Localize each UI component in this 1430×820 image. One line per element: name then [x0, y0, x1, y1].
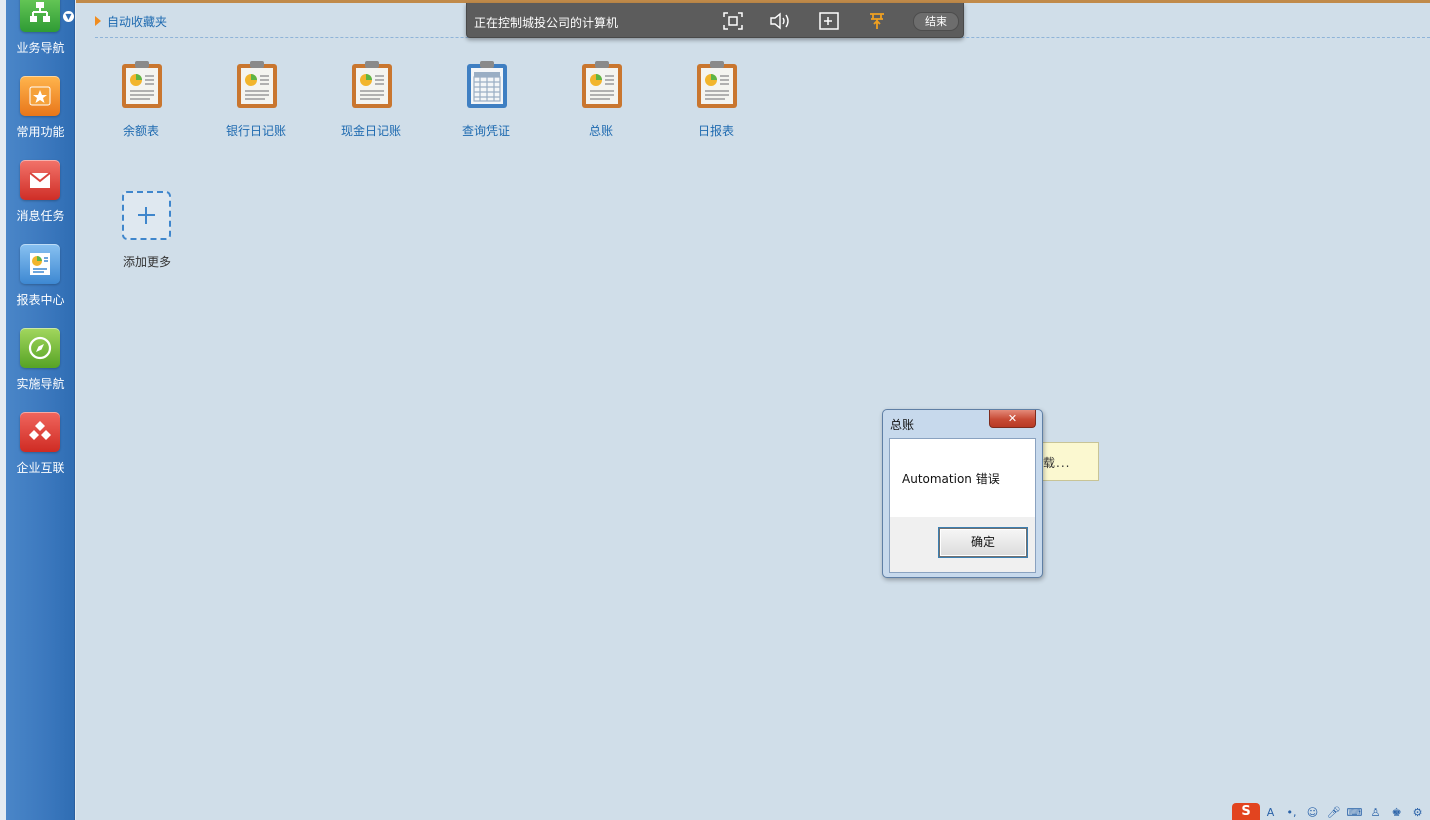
- sidebar-rail: ▼ 业务导航 常用功能 消息任务 报表中心 实施导航 企业互联: [6, 0, 75, 820]
- language-icon[interactable]: A: [1260, 806, 1281, 820]
- chevron-down-icon[interactable]: ▼: [63, 11, 74, 22]
- shortcut-label: 查询凭证: [461, 124, 510, 138]
- sidebar-item-business-navigation[interactable]: ▼ 业务导航: [6, 0, 75, 80]
- clipboard-chart-icon: [582, 61, 622, 108]
- shortcut-label: 余额表: [122, 124, 159, 138]
- shortcut-query-voucher[interactable]: 查询凭证: [436, 60, 536, 142]
- window-resize-icon[interactable]: [818, 11, 840, 31]
- envelope-icon: [20, 160, 60, 200]
- dialog-body: Automation 错误 确定: [889, 438, 1036, 573]
- end-session-button[interactable]: 结束: [913, 12, 959, 31]
- dialog-title: 总账: [890, 418, 915, 432]
- keyboard-icon[interactable]: ⌨: [1344, 806, 1365, 820]
- shortcut-label: 日报表: [697, 124, 734, 138]
- star-icon: [20, 76, 60, 116]
- microphone-icon[interactable]: 🎤︎: [1323, 806, 1344, 820]
- loading-tooltip: 载...: [1038, 442, 1099, 481]
- favorites-header[interactable]: 自动收藏夹: [95, 10, 167, 32]
- sidebar-item-common-functions[interactable]: 常用功能: [6, 75, 75, 155]
- volume-icon[interactable]: [769, 11, 791, 31]
- remote-control-bar: 正在控制城投公司的计算机 结束: [466, 3, 964, 38]
- sidebar-item-label: 常用功能: [16, 125, 65, 139]
- punctuation-icon[interactable]: •,: [1281, 806, 1302, 820]
- spreadsheet-icon: [467, 61, 507, 108]
- favorites-title: 自动收藏夹: [107, 14, 168, 29]
- settings-icon[interactable]: ⚙: [1407, 806, 1428, 820]
- dialog-footer: 确定: [890, 517, 1035, 572]
- sidebar-item-message-tasks[interactable]: 消息任务: [6, 159, 75, 239]
- dialog-message: Automation 错误: [902, 472, 1000, 486]
- pin-icon[interactable]: [866, 11, 888, 31]
- shortcut-label: 总账: [588, 124, 613, 138]
- user-icon[interactable]: ♙: [1365, 806, 1386, 820]
- shortcut-bank-journal[interactable]: 银行日记账: [206, 60, 306, 142]
- fullscreen-icon[interactable]: [722, 11, 744, 31]
- add-more-label: 添加更多: [122, 255, 171, 269]
- sidebar-item-label: 报表中心: [16, 293, 65, 307]
- left-sidebar: ▼ 业务导航 常用功能 消息任务 报表中心 实施导航 企业互联: [0, 0, 76, 820]
- sidebar-item-implementation-navigation[interactable]: 实施导航: [6, 327, 75, 407]
- report-icon: [20, 244, 60, 284]
- emoji-icon[interactable]: ☺: [1302, 806, 1323, 820]
- sidebar-item-label: 实施导航: [16, 377, 65, 391]
- shortcut-label: 现金日记账: [340, 124, 401, 138]
- shortcut-general-ledger[interactable]: 总账: [551, 60, 651, 142]
- close-icon[interactable]: ✕: [989, 410, 1036, 428]
- sidebar-item-label: 消息任务: [16, 209, 65, 223]
- clipboard-chart-icon: [237, 61, 277, 108]
- sidebar-item-label: 企业互联: [16, 461, 65, 475]
- ime-toolbar: S A •, ☺ 🎤︎ ⌨ ♙ ♚ ⚙: [1232, 803, 1430, 820]
- caret-right-icon: [95, 16, 101, 26]
- plus-icon: [145, 207, 147, 224]
- loading-text: 载...: [1043, 456, 1071, 470]
- error-dialog: 总账 ✕ Automation 错误 确定: [882, 409, 1043, 578]
- shortcut-daily-report[interactable]: 日报表: [666, 60, 766, 142]
- flowchart-icon: [20, 0, 60, 32]
- shortcut-cash-journal[interactable]: 现金日记账: [321, 60, 421, 142]
- ok-button[interactable]: 确定: [939, 528, 1027, 557]
- sidebar-item-label: 业务导航: [16, 41, 65, 55]
- shortcut-balance-sheet[interactable]: 余额表: [91, 60, 191, 142]
- skin-icon[interactable]: ♚: [1386, 806, 1407, 820]
- shortcut-label: 银行日记账: [225, 124, 286, 138]
- clipboard-chart-icon: [697, 61, 737, 108]
- add-more-button[interactable]: [122, 191, 171, 240]
- clipboard-chart-icon: [122, 61, 162, 108]
- clipboard-chart-icon: [352, 61, 392, 108]
- ime-logo-icon[interactable]: S: [1232, 803, 1260, 820]
- remote-control-title: 正在控制城投公司的计算机: [474, 16, 619, 30]
- network-icon: [20, 412, 60, 452]
- compass-icon: [20, 328, 60, 368]
- sidebar-item-report-center[interactable]: 报表中心: [6, 243, 75, 323]
- sidebar-item-enterprise-interconnect[interactable]: 企业互联: [6, 411, 75, 491]
